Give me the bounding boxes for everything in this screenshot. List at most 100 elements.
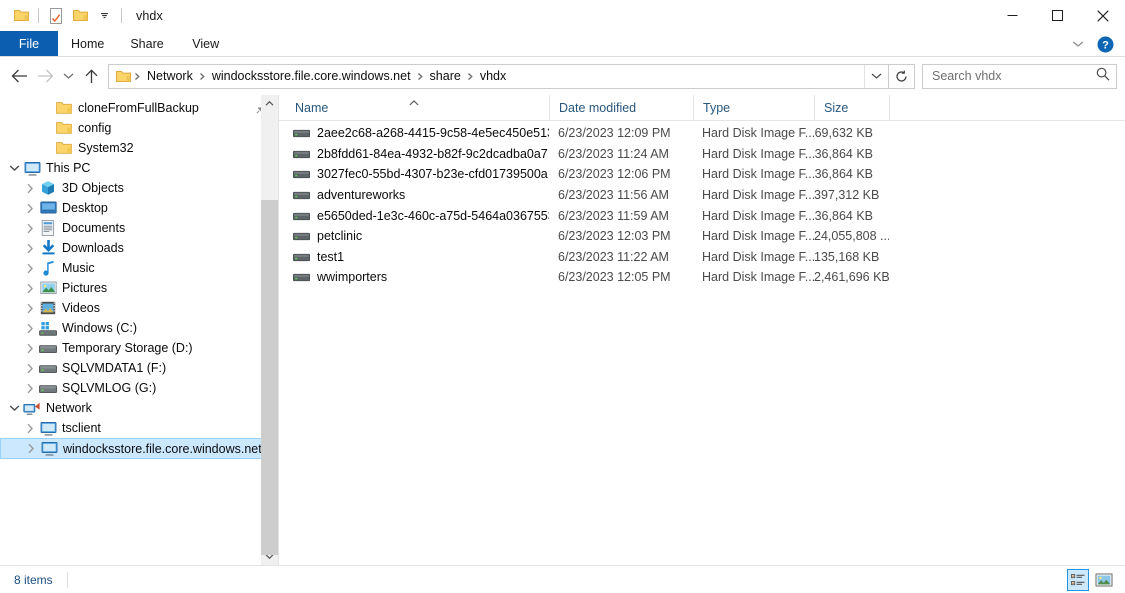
- chevron-down-icon[interactable]: [864, 65, 888, 88]
- column-header-name[interactable]: Name: [279, 95, 549, 120]
- sidebar-item-this-pc[interactable]: This PC: [0, 158, 278, 178]
- sidebar-item-documents[interactable]: Documents: [0, 218, 278, 238]
- breadcrumb-item-vhdx[interactable]: vhdx: [476, 69, 510, 83]
- breadcrumb-chevron-icon[interactable]: [465, 72, 476, 81]
- table-row[interactable]: e5650ded-1e3c-460c-a75d-5464a03675536/23…: [279, 205, 1125, 226]
- file-name-cell[interactable]: 3027fec0-55bd-4307-b23e-cfd01739500a: [279, 167, 549, 181]
- folder-icon[interactable]: [68, 5, 92, 27]
- sidebar-item-downloads[interactable]: Downloads: [0, 238, 278, 258]
- chevron-down-icon[interactable]: [1067, 33, 1089, 55]
- breadcrumb-item-server[interactable]: windocksstore.file.core.windows.net: [208, 69, 415, 83]
- sidebar-item-pictures[interactable]: Pictures: [0, 278, 278, 298]
- sidebar-item-config[interactable]: config: [0, 118, 278, 138]
- chevron-right-icon[interactable]: [22, 243, 38, 254]
- sidebar-item-sqlvmdata1-f[interactable]: SQLVMDATA1 (F:): [0, 358, 278, 378]
- quick-access-toolbar: [0, 5, 127, 27]
- file-name-cell[interactable]: e5650ded-1e3c-460c-a75d-5464a0367553: [279, 209, 549, 223]
- maximize-button[interactable]: [1035, 0, 1080, 31]
- sidebar-item-3d-objects[interactable]: 3D Objects: [0, 178, 278, 198]
- sidebar-item-windows-c[interactable]: Windows (C:): [0, 318, 278, 338]
- chevron-right-icon[interactable]: [22, 223, 38, 234]
- search-input[interactable]: [932, 69, 1096, 83]
- table-row[interactable]: 2aee2c68-a268-4415-9c58-4e5ec450e5136/23…: [279, 123, 1125, 144]
- breadcrumb-chevron-icon[interactable]: [132, 72, 143, 81]
- file-name-cell[interactable]: 2aee2c68-a268-4415-9c58-4e5ec450e513: [279, 126, 549, 140]
- scrollbar-track[interactable]: [261, 112, 278, 548]
- table-row[interactable]: petclinic6/23/2023 12:03 PMHard Disk Ima…: [279, 226, 1125, 247]
- chevron-right-icon[interactable]: [22, 203, 38, 214]
- chevron-right-icon[interactable]: [22, 323, 38, 334]
- chevron-down-icon[interactable]: [6, 164, 22, 172]
- table-row[interactable]: test16/23/2023 11:22 AMHard Disk Image F…: [279, 247, 1125, 268]
- search-box[interactable]: [922, 64, 1117, 89]
- file-size-cell: 2,461,696 KB: [814, 270, 889, 284]
- sidebar-item-music[interactable]: Music: [0, 258, 278, 278]
- close-button[interactable]: [1080, 0, 1125, 31]
- chevron-right-icon[interactable]: [23, 443, 39, 454]
- tab-file[interactable]: File: [0, 31, 58, 56]
- ribbon-tab-bar: File Home Share View ?: [0, 31, 1125, 57]
- chevron-right-icon[interactable]: [22, 183, 38, 194]
- address-bar[interactable]: Network windocksstore.file.core.windows.…: [108, 64, 889, 89]
- file-name-cell[interactable]: wwimporters: [279, 270, 549, 284]
- column-header-size[interactable]: Size: [814, 95, 889, 120]
- search-icon[interactable]: [1096, 67, 1110, 86]
- sidebar-item-windocksstore-file-core-windows-net[interactable]: windocksstore.file.core.windows.net: [0, 438, 278, 459]
- sidebar-item-network[interactable]: Network: [0, 398, 278, 418]
- sidebar-item-clonefromfullbackup[interactable]: cloneFromFullBackup: [0, 98, 278, 118]
- tab-view[interactable]: View: [177, 31, 235, 56]
- scroll-up-arrow-icon[interactable]: [261, 95, 278, 112]
- recent-locations-button[interactable]: [58, 63, 78, 89]
- up-button[interactable]: [78, 63, 104, 89]
- details-view-button[interactable]: [1067, 569, 1089, 591]
- folder-icon[interactable]: [9, 5, 33, 27]
- tab-share[interactable]: Share: [117, 31, 176, 56]
- table-row[interactable]: 3027fec0-55bd-4307-b23e-cfd01739500a6/23…: [279, 164, 1125, 185]
- chevron-right-icon[interactable]: [22, 303, 38, 314]
- vhd-drive-icon: [291, 190, 311, 200]
- breadcrumb-item-share[interactable]: share: [426, 69, 465, 83]
- minimize-button[interactable]: [990, 0, 1035, 31]
- chevron-down-icon[interactable]: [6, 404, 22, 412]
- column-header-label: Size: [824, 101, 848, 115]
- file-type-cell: Hard Disk Image F...: [693, 147, 814, 161]
- table-row[interactable]: adventureworks6/23/2023 11:56 AMHard Dis…: [279, 185, 1125, 206]
- scrollbar-thumb[interactable]: [261, 200, 278, 555]
- back-button[interactable]: [6, 63, 32, 89]
- column-header-date-modified[interactable]: Date modified: [549, 95, 693, 120]
- sidebar-item-tsclient[interactable]: tsclient: [0, 418, 278, 438]
- sidebar-item-system32[interactable]: System32: [0, 138, 278, 158]
- properties-icon[interactable]: [44, 5, 68, 27]
- file-explorer-window: vhdx File Home Share View ?: [0, 0, 1125, 593]
- file-type-cell: Hard Disk Image F...: [693, 229, 814, 243]
- chevron-right-icon[interactable]: [22, 423, 38, 434]
- table-row[interactable]: 2b8fdd61-84ea-4932-b82f-9c2dcadba0a76/23…: [279, 144, 1125, 165]
- chevron-down-icon[interactable]: [92, 5, 116, 27]
- file-name-cell[interactable]: adventureworks: [279, 188, 549, 202]
- breadcrumb-item-network[interactable]: Network: [143, 69, 197, 83]
- chevron-right-icon[interactable]: [22, 263, 38, 274]
- column-header-blank[interactable]: [889, 95, 969, 120]
- chevron-right-icon[interactable]: [22, 363, 38, 374]
- column-header-type[interactable]: Type: [693, 95, 814, 120]
- table-row[interactable]: wwimporters6/23/2023 12:05 PMHard Disk I…: [279, 267, 1125, 288]
- breadcrumb-chevron-icon[interactable]: [197, 72, 208, 81]
- sidebar-item-videos[interactable]: Videos: [0, 298, 278, 318]
- breadcrumb-chevron-icon[interactable]: [415, 72, 426, 81]
- chevron-right-icon[interactable]: [22, 283, 38, 294]
- file-name-cell[interactable]: petclinic: [279, 229, 549, 243]
- file-name-cell[interactable]: test1: [279, 250, 549, 264]
- tab-home[interactable]: Home: [58, 31, 117, 56]
- file-name-cell[interactable]: 2b8fdd61-84ea-4932-b82f-9c2dcadba0a7: [279, 147, 549, 161]
- drive-icon: [38, 363, 58, 374]
- large-icons-view-button[interactable]: [1093, 569, 1115, 591]
- sidebar-item-sqlvmlog-g[interactable]: SQLVMLOG (G:): [0, 378, 278, 398]
- sidebar-item-desktop[interactable]: Desktop: [0, 198, 278, 218]
- navigation-scrollbar[interactable]: [261, 95, 278, 565]
- sidebar-item-temporary-storage-d[interactable]: Temporary Storage (D:): [0, 338, 278, 358]
- folder-icon[interactable]: [115, 70, 132, 83]
- chevron-right-icon[interactable]: [22, 343, 38, 354]
- refresh-button[interactable]: [889, 64, 915, 89]
- help-icon[interactable]: ?: [1095, 34, 1115, 54]
- chevron-right-icon[interactable]: [22, 383, 38, 394]
